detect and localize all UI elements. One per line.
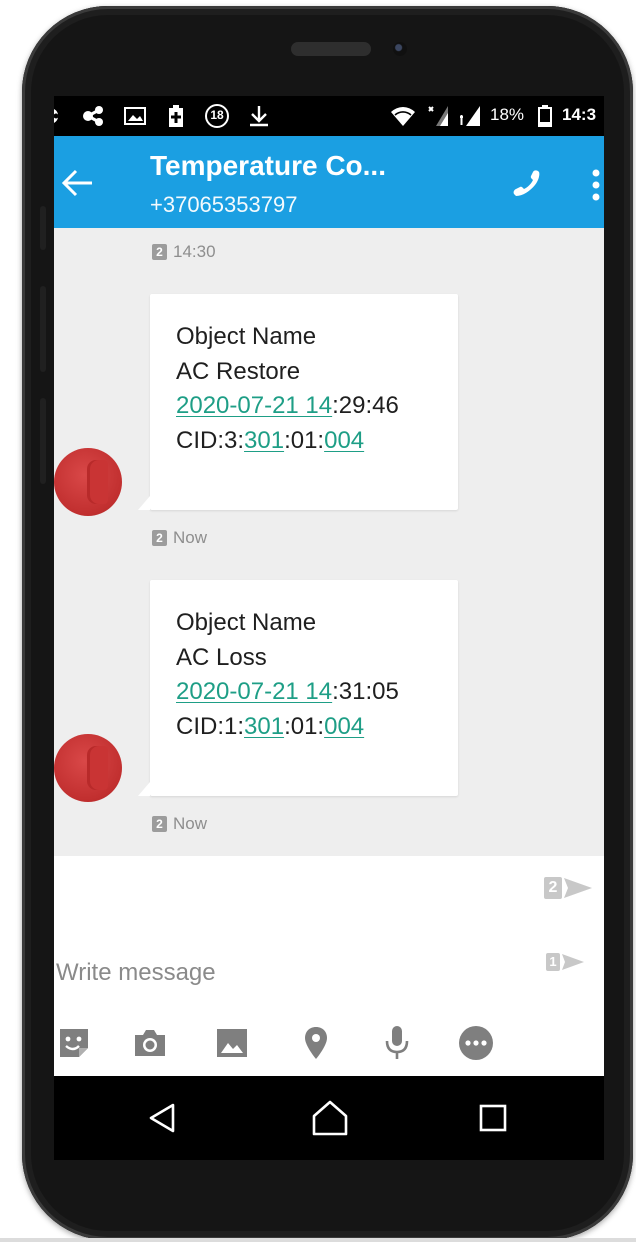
front-camera	[393, 42, 407, 56]
send-icon	[562, 954, 584, 970]
recents-icon[interactable]	[471, 1096, 515, 1140]
timestamp-text: 14:30	[173, 242, 216, 261]
badge-count: 18	[210, 108, 224, 122]
message-status: 2 Now	[152, 814, 207, 834]
status-bar: 18 18% 14:3	[54, 96, 604, 136]
clock: 14:3	[562, 105, 597, 124]
message-line: Object Name	[176, 609, 317, 636]
message-line: AC Loss	[176, 643, 267, 671]
message-timestamp: 2 14:30	[152, 242, 216, 262]
navigation-bar	[54, 1076, 604, 1160]
message-line: Object Name	[176, 323, 317, 350]
time-rest: :31:05	[332, 678, 399, 705]
status-text: Now	[173, 528, 208, 547]
back-icon[interactable]	[140, 1096, 184, 1140]
gallery-icon[interactable]	[212, 1023, 252, 1063]
sim-badge: 2	[544, 877, 562, 899]
sender-avatar[interactable]	[54, 448, 122, 516]
message-body: Object Name AC Loss 2020-07-21 14:31:05 …	[176, 606, 399, 744]
home-icon[interactable]	[308, 1096, 352, 1140]
message-cid-line: CID:1:301:01:004	[176, 710, 399, 745]
message-datetime-line: 2020-07-21 14:31:05	[176, 675, 399, 710]
send-sim1-button[interactable]: 1	[546, 952, 586, 972]
sticker-icon[interactable]	[54, 1023, 94, 1063]
phone-number: +37065353797	[150, 192, 298, 217]
sim-signal-no-service-icon	[426, 106, 450, 126]
message-input[interactable]	[54, 952, 498, 994]
conversation-title: Temperature Co...	[150, 150, 386, 181]
call-icon[interactable]	[510, 168, 542, 200]
more-options-icon[interactable]	[456, 1023, 496, 1063]
sim-badge: 2	[152, 244, 167, 260]
sim-badge: 2	[152, 816, 167, 832]
battery-icon	[538, 105, 552, 127]
earpiece-speaker	[291, 42, 371, 56]
composer-toolbar	[54, 1023, 604, 1063]
location-icon[interactable]	[296, 1023, 336, 1063]
share-notification-icon	[82, 106, 106, 126]
camera-icon[interactable]	[130, 1023, 170, 1063]
message-bubble[interactable]: Object Name AC Loss 2020-07-21 14:31:05 …	[138, 580, 458, 796]
back-arrow-icon[interactable]	[60, 168, 96, 198]
message-bubble[interactable]: Object Name AC Restore 2020-07-21 14:29:…	[138, 294, 458, 510]
date-link[interactable]: 2020-07-21 14	[176, 678, 332, 705]
send-icon	[564, 878, 592, 898]
sender-avatar[interactable]	[54, 734, 122, 802]
battery-percent: 18%	[490, 105, 525, 124]
message-status: 2 Now	[152, 528, 207, 548]
cid-number-link[interactable]: 004	[324, 713, 364, 740]
volume-button	[40, 286, 46, 372]
cid-number-link[interactable]: 301	[244, 427, 284, 454]
wifi-icon	[390, 106, 416, 126]
app-bar: Temperature Co... +37065353797	[54, 136, 604, 228]
download-icon	[248, 106, 270, 127]
message-composer: 2 1	[54, 856, 604, 1076]
cid-prefix: CID:3:	[176, 426, 245, 454]
cid-number-link[interactable]: 301	[244, 713, 284, 740]
message-line: AC Restore	[176, 357, 301, 385]
sim-badge: 1	[546, 953, 560, 971]
battery-alert-icon	[166, 105, 186, 127]
time-rest: :29:46	[332, 392, 399, 419]
message-list: 2 14:30 Object Name AC Restore 2020-07-2…	[54, 228, 604, 856]
cid-number-link[interactable]: 004	[324, 427, 364, 454]
cid-prefix: CID:1:	[176, 712, 245, 740]
message-datetime-line: 2020-07-21 14:29:46	[176, 389, 399, 424]
side-button	[40, 206, 46, 250]
cid-middle: :01:	[284, 712, 325, 740]
frame-shadow-line	[0, 1238, 636, 1242]
microphone-icon[interactable]	[377, 1023, 417, 1063]
message-cid-line: CID:3:301:01:004	[176, 424, 399, 459]
more-options-icon[interactable]	[590, 168, 602, 202]
sim-badge: 2	[152, 530, 167, 546]
send-sim2-button[interactable]: 2	[544, 876, 594, 900]
date-link[interactable]: 2020-07-21 14	[176, 392, 332, 419]
image-notification-icon	[124, 106, 146, 126]
cid-middle: :01:	[284, 426, 325, 454]
status-text: Now	[173, 814, 208, 833]
notification-count-badge: 18	[204, 104, 230, 128]
cell-signal-icon	[458, 106, 482, 126]
message-body: Object Name AC Restore 2020-07-21 14:29:…	[176, 320, 399, 458]
app-notification-icon	[54, 106, 70, 126]
screen: 18 18% 14:3 Temperature Co... +370653537…	[54, 96, 604, 1076]
power-button	[40, 398, 46, 484]
